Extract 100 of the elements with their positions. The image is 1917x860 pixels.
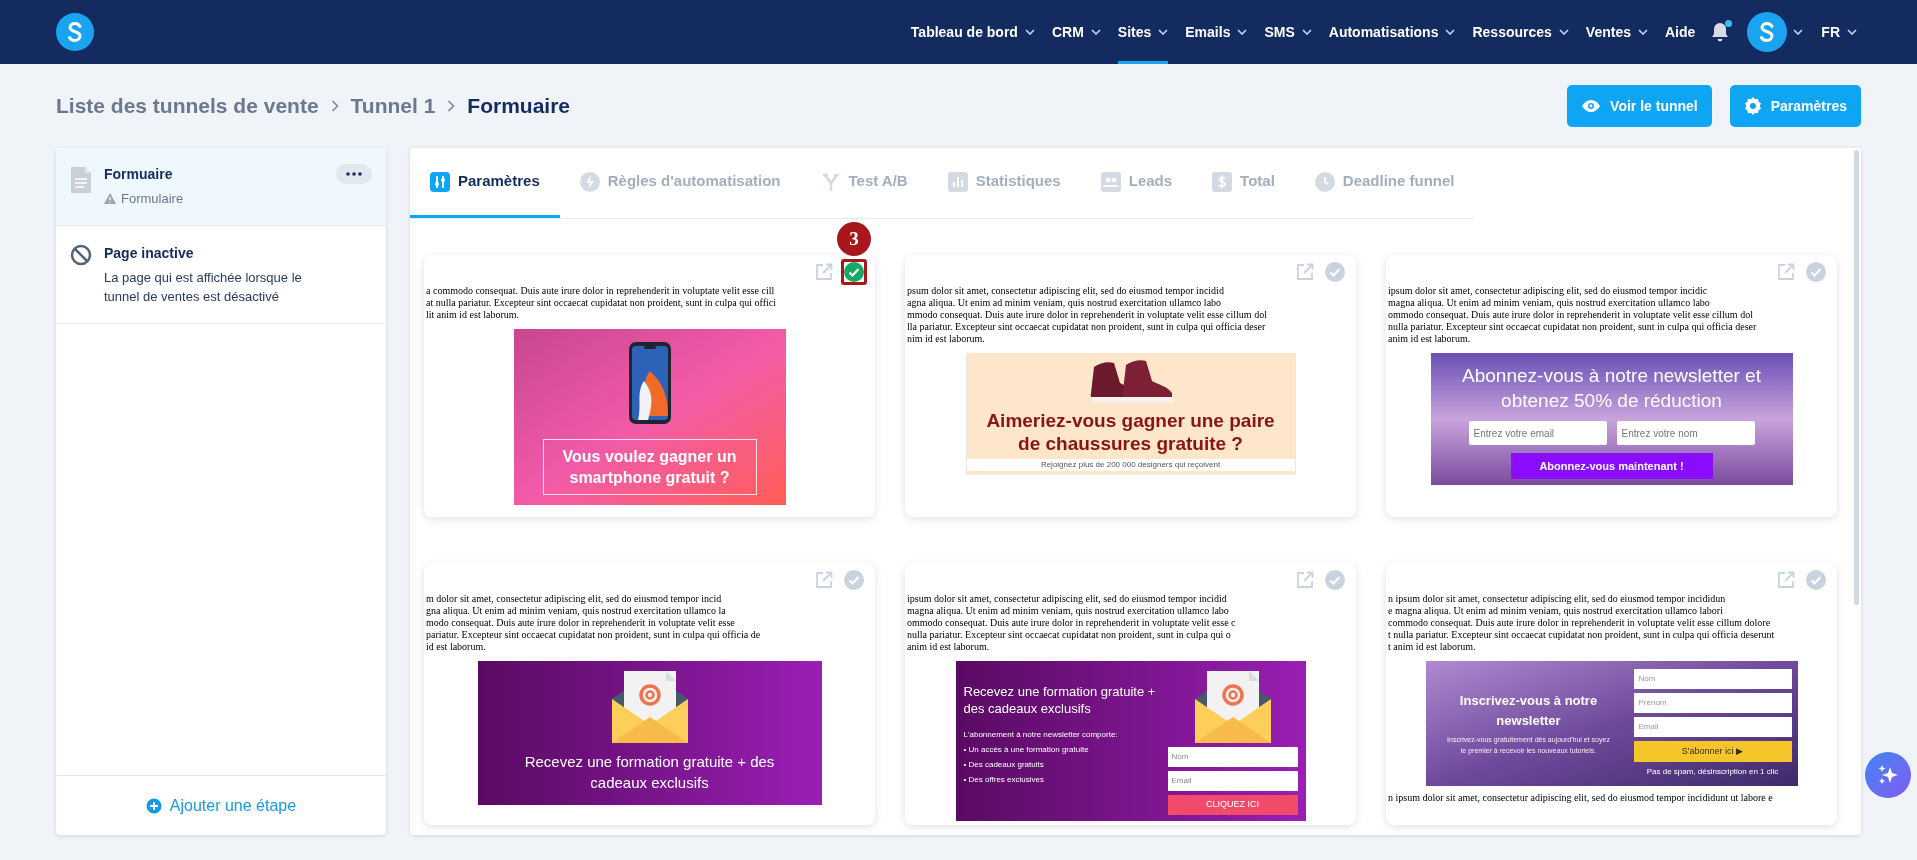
view-tunnel-button[interactable]: Voir le tunnel: [1567, 85, 1712, 127]
bar-chart-icon: [947, 171, 968, 192]
account-menu[interactable]: [1747, 12, 1804, 52]
template-card[interactable]: [1386, 563, 1837, 825]
step-item[interactable]: Formuaire Formulaire: [56, 148, 386, 226]
settings-button[interactable]: Paramètres: [1729, 85, 1861, 127]
step-title: Formuaire: [104, 165, 174, 184]
lorem-text-line: id est laborum.: [426, 641, 487, 653]
banner-title: Abonnez-vous à notre newsletter et obtenez 50% de réduction: [1461, 364, 1762, 413]
chevron-right-icon: [330, 100, 339, 112]
nav-menu-item[interactable]: Automatisations: [1328, 0, 1456, 64]
breadcrumb-link[interactable]: Liste des tunnels de vente: [56, 90, 319, 122]
language-menu[interactable]: FR: [1821, 21, 1857, 43]
step-title: Page inactive: [104, 243, 195, 263]
dots-icon: [346, 172, 362, 176]
bullet-item: • Des offres exclusives: [963, 774, 1045, 786]
external-link-icon[interactable]: [1777, 571, 1795, 589]
subscribe-button[interactable]: Abonnez-vous maintenant !: [1510, 453, 1713, 479]
scrollbar[interactable]: [1854, 150, 1859, 605]
banner-intro: L'abonnement à notre newsletter comporte:: [963, 729, 1119, 741]
fork-icon: [820, 171, 841, 192]
banner-title: Recevez une formation gratuite + des cadeaux exclusifs: [523, 752, 776, 793]
checkmark-icon: [1806, 570, 1826, 590]
breadcrumb-link[interactable]: Tunnel 1: [350, 90, 436, 122]
lorem-text-line: ipsum dolor sit amet, consectetur adipiscing elit, sed do eiusmod tempor incidic: [1388, 285, 1709, 297]
lorem-text-line: mmodo consequat. Duis aute irure dolor in reprehenderit in voluptate velit esse cillum dol: [907, 309, 1268, 321]
document-icon: [70, 166, 92, 194]
select-template-button[interactable]: [1803, 567, 1829, 593]
select-template-button[interactable]: [1322, 567, 1348, 593]
ai-assistant-button[interactable]: [1865, 752, 1911, 798]
lorem-text-line: n ipsum dolor sit amet, consectetur adipiscing elit, sed do eiusmod tempor incididunt ut labore e: [1388, 792, 1774, 804]
select-template-button[interactable]: [1322, 259, 1348, 285]
external-link-icon[interactable]: [1296, 263, 1314, 281]
input-field[interactable]: Email: [1167, 771, 1298, 791]
nav-menu-item[interactable]: Ventes: [1585, 0, 1648, 64]
letter-s-icon: [67, 22, 83, 42]
step-number-badge: 3: [837, 222, 871, 256]
nav-menu-item[interactable]: Ressources: [1472, 0, 1569, 64]
input-field[interactable]: Entrez votre email: [1468, 421, 1607, 445]
lorem-text-line: n ipsum dolor sit amet, consectetur adipiscing elit, sed do eiusmod tempor incididun: [1388, 593, 1727, 605]
lorem-text-line: t anim id est laborum.: [1388, 641, 1477, 653]
letter-s-icon: [1759, 22, 1776, 42]
caret-icon: [1847, 29, 1857, 35]
tab[interactable]: Paramètres: [410, 148, 560, 218]
breadcrumb-current: Formuaire: [467, 93, 571, 120]
select-template-button[interactable]: [1803, 259, 1829, 285]
template-card[interactable]: [905, 255, 1356, 517]
banner-note: Pas de spam, désinscription en 1 clic: [1645, 766, 1780, 778]
step-subtitle: Formulaire: [121, 190, 184, 208]
external-link-icon[interactable]: [815, 571, 833, 589]
settings-icon: [1743, 97, 1762, 115]
bell-icon: [1711, 22, 1730, 42]
input-field[interactable]: Nom: [1167, 747, 1298, 767]
nav-menu-item[interactable]: Sites: [1117, 0, 1169, 64]
nav-menu-item[interactable]: CRM: [1051, 0, 1101, 64]
template-card[interactable]: [905, 563, 1356, 825]
lorem-text-line: modo consequat. Duis aute irure dolor in reprehenderit in voluptate velit esse: [426, 617, 736, 629]
lorem-text-line: at nulla pariatur. Excepteur sint occaecat cupidatat non proident, sunt in culpa qui offici: [426, 297, 777, 309]
checkmark-icon: [844, 262, 864, 282]
lorem-text-line: ommodo consequat. Duis aute irure dolor in reprehenderit in voluptate velit esse c: [907, 617, 1237, 629]
input-field[interactable]: Email: [1633, 717, 1792, 737]
lorem-text-line: nulla pariatur. Excepteur sint occaecat cupidatat non proident, sunt in culpa qui officia deser: [1388, 321, 1758, 333]
lorem-text-line: t nulla pariatur. Excepteur sint occaecat cupidatat non proident, sunt in culpa qui officia deserunt: [1388, 629, 1776, 641]
plus-circle-icon: [145, 797, 162, 814]
lorem-text-line: a commodo consequat. Duis aute irure dolor in reprehenderit in voluptate velit esse cill: [426, 285, 776, 297]
lorem-text-line: anim id est laborum.: [907, 641, 991, 653]
people-icon: [1100, 171, 1121, 192]
step-item[interactable]: Page inactive La page qui est affichée lorsque le tunnel de ventes est désactivé: [56, 225, 386, 324]
more-options-button[interactable]: [336, 164, 372, 184]
external-link-icon[interactable]: [1296, 571, 1314, 589]
external-link-icon[interactable]: [815, 263, 833, 281]
notifications-button[interactable]: [1711, 22, 1730, 42]
add-step-button[interactable]: Ajouter une étape: [56, 775, 386, 835]
banner-note: Rejoignez plus de 200 000 designers qui reçoivent: [966, 459, 1295, 471]
template-card[interactable]: [1386, 255, 1837, 517]
bullet-item: • Des cadeaux gratuits: [963, 759, 1045, 771]
input-field[interactable]: Entrez votre nom: [1616, 421, 1755, 445]
template-card[interactable]: [424, 563, 875, 825]
sliders-icon: [430, 171, 450, 192]
lightning-icon: [579, 171, 600, 192]
nav-menu-item[interactable]: Emails: [1185, 0, 1248, 64]
lorem-text-line: pariatur. Excepteur sint occaecat cupidatat non proident, sunt in culpa qui officia de: [426, 629, 762, 641]
caret-icon: [1793, 29, 1804, 35]
disabled-circle-icon: [70, 243, 92, 266]
checkmark-icon: [844, 570, 864, 590]
input-field[interactable]: Prénom: [1633, 693, 1792, 713]
select-template-button[interactable]: [841, 567, 867, 593]
external-link-icon[interactable]: [1777, 263, 1795, 281]
lorem-text-line: psum dolor sit amet, consectetur adipiscing elit, sed do eiusmod tempor incidid: [907, 285, 1225, 297]
input-field[interactable]: Nom: [1633, 669, 1792, 689]
checkmark-icon: [1325, 570, 1345, 590]
lorem-text-line: nulla pariatur. Excepteur sint occaecat cupidatat non proident, sunt in culpa qui o: [907, 629, 1232, 641]
logo-icon[interactable]: [56, 13, 94, 51]
checkmark-icon: [1325, 262, 1345, 282]
nav-menu-item[interactable]: Tableau de bord: [910, 0, 1035, 64]
nav-menu-item[interactable]: Aide: [1665, 0, 1696, 64]
submit-button[interactable]: CLIQUEZ ICI: [1167, 795, 1298, 815]
banner-title: Vous voulez gagner un smartphone gratuit ?: [542, 439, 757, 495]
subscribe-button[interactable]: S'abonner ici ▶: [1633, 741, 1792, 762]
nav-menu-item[interactable]: SMS: [1264, 0, 1312, 64]
